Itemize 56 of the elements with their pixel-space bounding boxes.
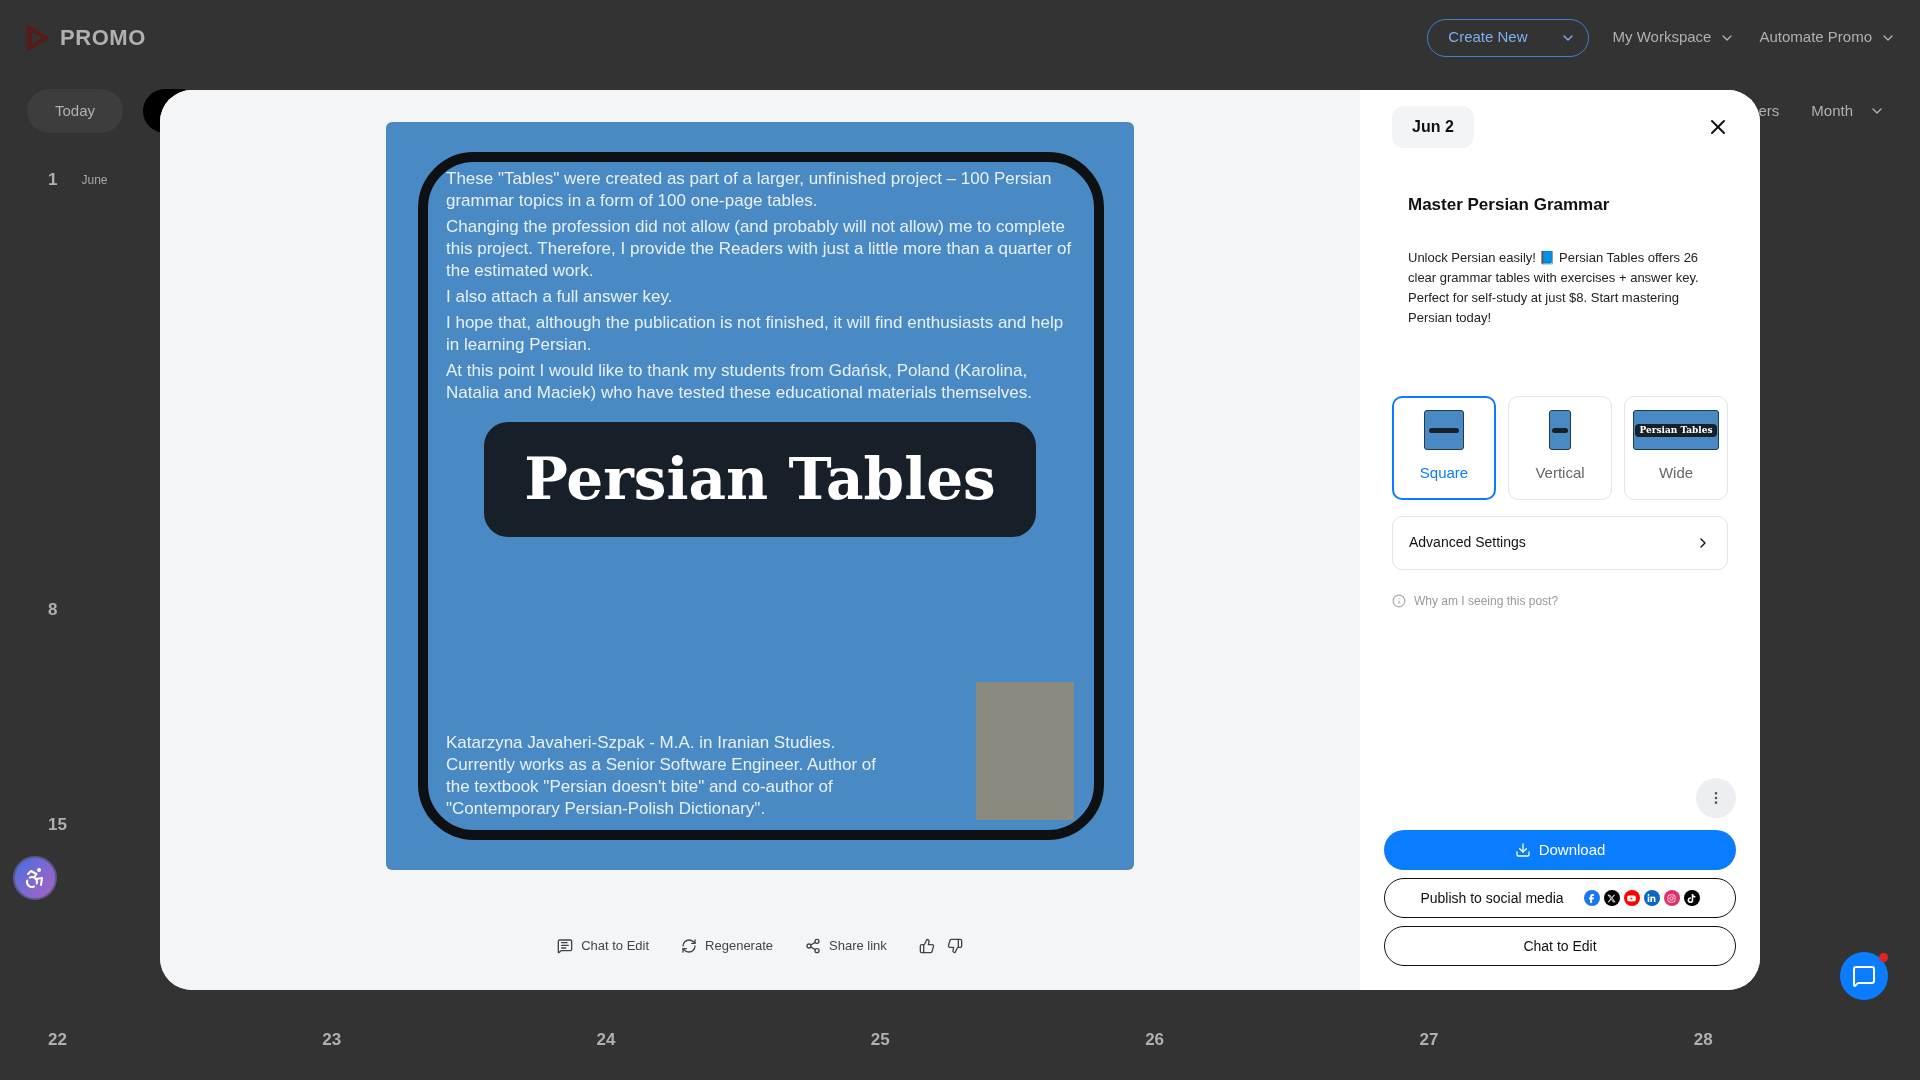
date-chip: Jun 2: [1392, 106, 1474, 148]
nav-menu[interactable]: Automate Promo: [1759, 26, 1896, 49]
day-number: 23: [322, 1029, 342, 1051]
day-number: 1: [48, 169, 58, 191]
day-number: 24: [596, 1029, 616, 1051]
thumbs-up-icon[interactable]: [918, 937, 935, 954]
day-number: 8: [48, 599, 58, 621]
accessibility-button[interactable]: [13, 856, 57, 900]
post-paragraph: I hope that, although the publication is not finished, it will find enthusiasts and help in learning Persian.: [446, 312, 1065, 356]
logo-text: PROMO: [60, 24, 146, 52]
day-number: 27: [1419, 1029, 1439, 1051]
chat-icon: [1852, 964, 1876, 988]
share-icon: [805, 937, 822, 954]
action-button[interactable]: Regenerate: [681, 936, 774, 956]
post-thumbnail: [1424, 410, 1464, 451]
advanced-settings-button[interactable]: Advanced Settings: [1392, 515, 1728, 570]
linkedin-icon: [1643, 890, 1660, 906]
tiktok-icon: [1683, 890, 1700, 906]
today-button[interactable]: Today: [27, 89, 124, 133]
month-dropdown[interactable]: Month: [1811, 99, 1885, 123]
youtube-icon: [1623, 890, 1640, 906]
action-button[interactable]: Chat to Edit: [557, 936, 650, 956]
post-thumbnail: Persian Tables: [1633, 410, 1719, 451]
logo-icon: [24, 21, 52, 54]
month-label: June: [81, 172, 108, 189]
format-option[interactable]: Square: [1392, 395, 1496, 500]
post-thumbnail: [1549, 410, 1571, 451]
format-option[interactable]: Persian Tables Wide: [1624, 395, 1728, 500]
facebook-icon: [1583, 890, 1600, 906]
day-number: 15: [48, 814, 67, 836]
why-link[interactable]: Why am I seeing this post?: [1414, 591, 1559, 610]
post-paragraph: At this point I would like to thank my students from Gdańsk, Poland (Karolina, Natalia and Maciek) who have tested these educational materials themselves.: [446, 360, 1033, 404]
refresh-icon: [681, 937, 698, 954]
x-icon: [1603, 890, 1620, 906]
download-icon: [1514, 842, 1531, 858]
instagram-icon: [1663, 890, 1680, 906]
post-paragraph: I also attach a full answer key.: [446, 286, 674, 308]
chat-icon: [557, 937, 574, 954]
day-number: 28: [1693, 1029, 1713, 1051]
day-number: 26: [1145, 1029, 1165, 1051]
post-description: Unlock Persian easily! 📘 Persian Tables offers 26 clear grammar tables with exercises + answer key. Perfect for self-study at just $8. Start mastering Persian today!: [1407, 248, 1700, 327]
download-button[interactable]: Download: [1384, 830, 1736, 870]
info-icon: [1392, 593, 1406, 608]
author-bio: Katarzyna Javaheri-Szpak - M.A. in Iranian Studies. Currently works as a Senior Software Engineer. Author of the textbook "Persian doesn't bite" and co-author of "Contemporary Persian-Polish Dictionary".: [446, 732, 877, 820]
day-number: 22: [48, 1029, 67, 1051]
day-number: 25: [870, 1029, 890, 1051]
thumbs-down-icon[interactable]: [946, 937, 963, 954]
action-button[interactable]: Share link: [805, 936, 887, 956]
post-paragraph: These "Tables" were created as part of a larger, unfinished project – 100 Persian grammar topics in a form of 100 one-page tables.: [446, 168, 1053, 212]
post-heading: Persian Tables: [484, 422, 1036, 537]
format-option[interactable]: Vertical: [1508, 395, 1612, 500]
post-paragraph: Changing the profession did not allow (and probably will not allow) me to complete this project. Therefore, I provide the Readers with just a little more than a quarter of the estimated work.: [446, 216, 1073, 282]
post-title: Master Persian Grammar: [1407, 194, 1611, 216]
chat-bubble-button[interactable]: [1840, 952, 1888, 1000]
filters-button[interactable]: ers: [1758, 99, 1780, 123]
nav-menu[interactable]: My Workspace: [1612, 26, 1736, 49]
